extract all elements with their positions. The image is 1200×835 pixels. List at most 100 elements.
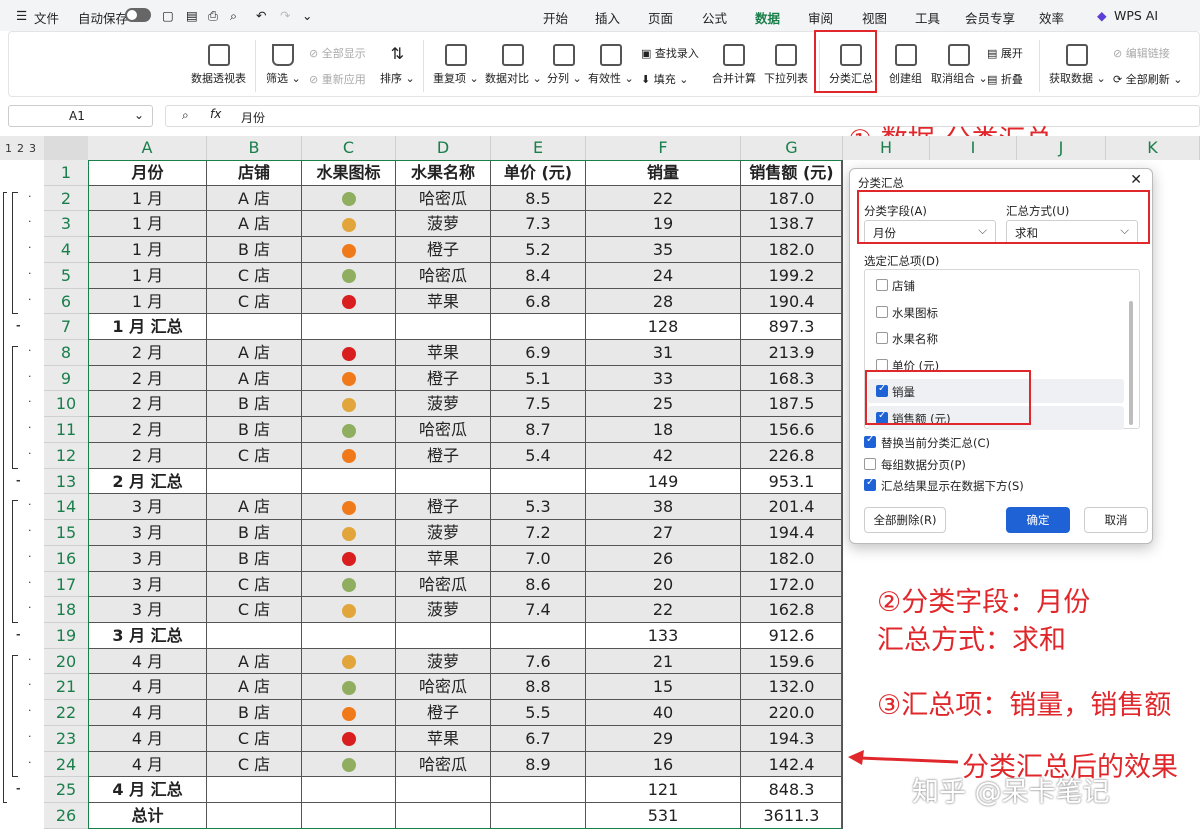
- table-cell[interactable]: 3 月: [88, 494, 207, 521]
- table-cell[interactable]: 6.8: [491, 288, 586, 315]
- table-cell[interactable]: 8.9: [491, 751, 586, 778]
- summary-cell[interactable]: 531: [586, 803, 741, 829]
- summary-cell[interactable]: 2 月 汇总: [88, 468, 207, 495]
- table-header-cell[interactable]: 水果图标: [302, 160, 396, 186]
- table-cell[interactable]: 4 月: [88, 674, 207, 701]
- table-cell[interactable]: 16: [586, 751, 741, 778]
- row-header[interactable]: 23: [44, 725, 88, 752]
- table-cell[interactable]: 4 月: [88, 725, 207, 752]
- summary-cell[interactable]: [302, 803, 396, 829]
- table-cell[interactable]: C 店: [207, 571, 302, 598]
- tab-member[interactable]: 会员专享: [965, 8, 1015, 27]
- table-cell[interactable]: 7.2: [491, 520, 586, 546]
- collapse-group-button[interactable]: -: [16, 782, 21, 795]
- table-cell[interactable]: 橙子: [396, 494, 491, 521]
- column-header-e[interactable]: E: [491, 136, 586, 160]
- table-cell[interactable]: 21: [586, 648, 741, 675]
- table-cell[interactable]: 菠萝: [396, 648, 491, 675]
- table-cell[interactable]: B 店: [207, 520, 302, 546]
- option-checkbox[interactable]: [864, 457, 876, 470]
- table-cell[interactable]: 3 月: [88, 545, 207, 572]
- table-cell[interactable]: 菠萝: [396, 520, 491, 546]
- collapse-group-button[interactable]: -: [16, 319, 21, 332]
- ok-button[interactable]: 确定: [1006, 507, 1070, 533]
- table-cell[interactable]: [302, 237, 396, 263]
- table-cell[interactable]: B 店: [207, 391, 302, 418]
- table-cell[interactable]: 22: [586, 597, 741, 623]
- table-cell[interactable]: 138.7: [741, 211, 843, 238]
- table-cell[interactable]: 哈密瓜: [396, 262, 491, 289]
- table-cell[interactable]: 7.4: [491, 597, 586, 623]
- summary-cell[interactable]: 4 月 汇总: [88, 777, 207, 803]
- tab-start[interactable]: 开始: [543, 8, 568, 27]
- table-cell[interactable]: 15: [586, 674, 741, 701]
- table-cell[interactable]: [302, 648, 396, 675]
- summary-cell[interactable]: [491, 468, 586, 495]
- summary-cell[interactable]: 897.3: [741, 314, 843, 341]
- table-cell[interactable]: [302, 262, 396, 289]
- table-cell[interactable]: 194.3: [741, 725, 843, 752]
- zoom-icon[interactable]: ⌕: [182, 108, 189, 123]
- table-cell[interactable]: 29: [586, 725, 741, 752]
- table-cell[interactable]: 3 月: [88, 520, 207, 546]
- table-cell[interactable]: 24: [586, 262, 741, 289]
- table-cell[interactable]: 6.9: [491, 340, 586, 366]
- summary-cell[interactable]: 1 月 汇总: [88, 314, 207, 341]
- summary-cell[interactable]: 3611.3: [741, 803, 843, 829]
- tab-tools[interactable]: 工具: [915, 8, 940, 27]
- summary-cell[interactable]: [491, 777, 586, 803]
- fx-icon[interactable]: fx: [210, 107, 221, 121]
- table-header-cell[interactable]: 销售额 (元): [741, 160, 843, 186]
- table-cell[interactable]: A 店: [207, 211, 302, 238]
- option-checkbox[interactable]: [864, 434, 876, 448]
- table-cell[interactable]: C 店: [207, 597, 302, 623]
- dropdown-list-button[interactable]: 下拉列表: [764, 44, 808, 86]
- table-cell[interactable]: B 店: [207, 417, 302, 443]
- table-cell[interactable]: 7.5: [491, 391, 586, 418]
- table-cell[interactable]: 5.3: [491, 494, 586, 521]
- ungroup-button[interactable]: 取消组合 ⌄: [931, 44, 988, 86]
- table-cell[interactable]: 8.7: [491, 417, 586, 443]
- table-cell[interactable]: 8.5: [491, 185, 586, 212]
- table-cell[interactable]: 20: [586, 571, 741, 598]
- summary-cell[interactable]: [302, 468, 396, 495]
- row-header[interactable]: 4: [44, 237, 88, 263]
- table-cell[interactable]: 橙子: [396, 700, 491, 726]
- column-header-h[interactable]: H: [843, 136, 930, 160]
- table-cell[interactable]: C 店: [207, 442, 302, 469]
- table-cell[interactable]: 7.0: [491, 545, 586, 572]
- table-cell[interactable]: 5.4: [491, 442, 586, 469]
- autosave-toggle[interactable]: [125, 8, 151, 22]
- table-cell[interactable]: C 店: [207, 262, 302, 289]
- table-cell[interactable]: 苹果: [396, 288, 491, 315]
- table-cell[interactable]: [302, 751, 396, 778]
- tab-page[interactable]: 页面: [648, 8, 673, 27]
- table-cell[interactable]: 18: [586, 417, 741, 443]
- row-header[interactable]: 13: [44, 468, 88, 495]
- table-cell[interactable]: [302, 494, 396, 521]
- row-header[interactable]: 20: [44, 648, 88, 675]
- tab-view[interactable]: 视图: [862, 8, 887, 27]
- table-cell[interactable]: 194.4: [741, 520, 843, 546]
- column-header-f[interactable]: F: [586, 136, 741, 160]
- summary-cell[interactable]: 128: [586, 314, 741, 341]
- table-cell[interactable]: 5.5: [491, 700, 586, 726]
- table-cell[interactable]: 2 月: [88, 442, 207, 469]
- table-cell[interactable]: 7.6: [491, 648, 586, 675]
- table-cell[interactable]: A 店: [207, 648, 302, 675]
- table-cell[interactable]: [302, 700, 396, 726]
- table-cell[interactable]: 3 月: [88, 597, 207, 623]
- menu-icon[interactable]: ☰: [16, 8, 27, 23]
- table-cell[interactable]: 哈密瓜: [396, 751, 491, 778]
- table-cell[interactable]: 2 月: [88, 417, 207, 443]
- table-cell[interactable]: 187.5: [741, 391, 843, 418]
- table-cell[interactable]: [302, 211, 396, 238]
- table-cell[interactable]: 2 月: [88, 340, 207, 366]
- column-header-c[interactable]: C: [302, 136, 396, 160]
- row-header[interactable]: 5: [44, 262, 88, 289]
- print-icon[interactable]: ⎙: [208, 8, 218, 24]
- summary-cell[interactable]: [207, 803, 302, 829]
- table-cell[interactable]: 菠萝: [396, 391, 491, 418]
- table-cell[interactable]: A 店: [207, 674, 302, 701]
- table-cell[interactable]: 40: [586, 700, 741, 726]
